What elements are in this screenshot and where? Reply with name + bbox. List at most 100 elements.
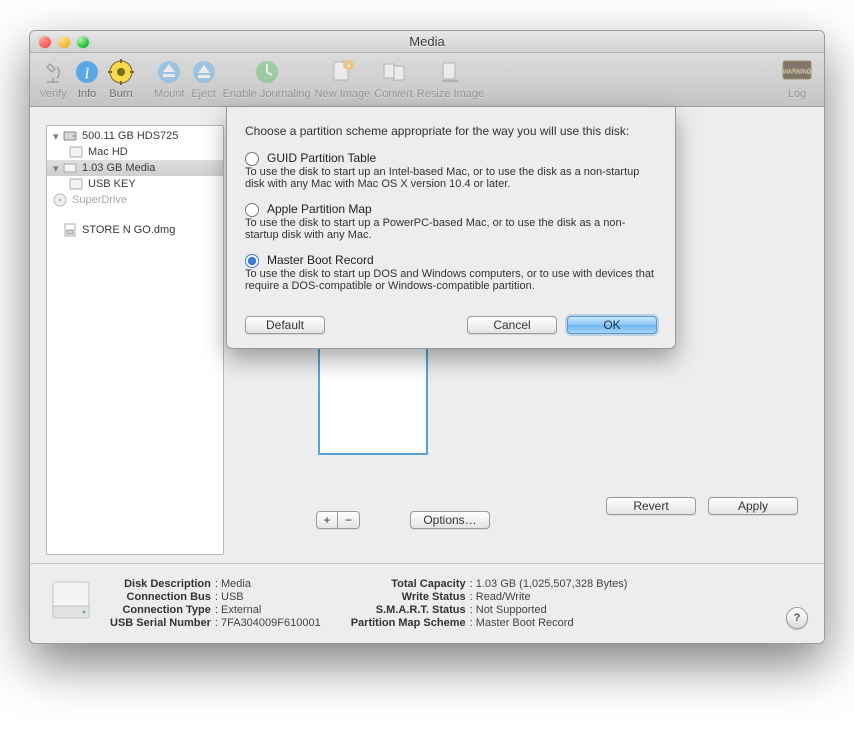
info-key: Disk Description <box>110 578 211 590</box>
add-partition-button[interactable]: + <box>316 511 338 529</box>
info-key: Connection Type <box>110 604 211 616</box>
titlebar: Media <box>30 31 824 53</box>
info-value: USB <box>221 591 244 603</box>
toolbar-label: Verify <box>39 88 67 100</box>
sidebar-item-label: STORE N GO.dmg <box>82 224 175 236</box>
volume-icon <box>69 145 83 159</box>
apply-button[interactable]: Apply <box>708 497 798 515</box>
disk-info-footer: Disk Description: Media Connection Bus: … <box>30 563 824 643</box>
cancel-button[interactable]: Cancel <box>467 316 557 334</box>
volume-icon <box>69 177 83 191</box>
disclosure-triangle-icon[interactable]: ▾ <box>53 130 58 143</box>
sidebar-item-dmg[interactable]: ▾ STORE N GO.dmg <box>47 222 223 238</box>
burn-icon <box>106 57 136 87</box>
hdd-icon <box>63 161 77 175</box>
svg-text:WARNING: WARNING <box>783 69 812 75</box>
option-description: To use the disk to start up a PowerPC-ba… <box>245 217 657 241</box>
sidebar-item-internal-disk[interactable]: ▾ 500.11 GB HDS725 <box>47 128 223 144</box>
sidebar-item-label: 1.03 GB Media <box>82 162 155 174</box>
info-value: Read/Write <box>476 591 531 603</box>
info-value: 7FA304009F610001 <box>221 617 321 629</box>
log-icon: WARNING <box>782 57 812 87</box>
toolbar-burn[interactable]: Burn <box>106 57 136 100</box>
info-value: External <box>221 604 261 616</box>
toolbar-enable-journaling[interactable]: Enable Journaling <box>223 57 311 100</box>
toolbar-label: Eject <box>191 88 215 100</box>
optical-icon <box>53 193 67 207</box>
toolbar-verify[interactable]: Verify <box>38 57 68 100</box>
partition-scheme-sheet: Choose a partition scheme appropriate fo… <box>226 107 676 349</box>
new-image-icon: + <box>327 57 357 87</box>
info-key: Partition Map Scheme <box>351 617 466 629</box>
sidebar-item-label: SuperDrive <box>72 194 127 206</box>
options-button[interactable]: Options… <box>410 511 490 529</box>
mount-icon <box>154 57 184 87</box>
sidebar-item-volume[interactable]: USB KEY <box>47 176 223 192</box>
info-key: Write Status <box>351 591 466 603</box>
radio-apm[interactable] <box>245 203 259 217</box>
microscope-icon <box>38 57 68 87</box>
info-value: Master Boot Record <box>476 617 574 629</box>
info-icon: i <box>72 57 102 87</box>
help-button[interactable]: ? <box>786 607 808 629</box>
sidebar-item-label: USB KEY <box>88 178 136 190</box>
toolbar-info[interactable]: i Info <box>72 57 102 100</box>
sidebar-item-volume[interactable]: Mac HD <box>47 144 223 160</box>
toolbar-eject[interactable]: Eject <box>189 57 219 100</box>
sidebar-item-label: 500.11 GB HDS725 <box>82 130 178 142</box>
radio-guid[interactable] <box>245 152 259 166</box>
resize-icon <box>435 57 465 87</box>
radio-label[interactable]: Master Boot Record <box>267 253 374 267</box>
toolbar-convert[interactable]: Convert <box>374 57 413 100</box>
toolbar-label: Convert <box>374 88 413 100</box>
convert-icon <box>379 57 409 87</box>
info-key: USB Serial Number <box>110 617 211 629</box>
hdd-icon <box>63 129 77 143</box>
radio-mbr[interactable] <box>245 254 259 268</box>
revert-button[interactable]: Revert <box>606 497 696 515</box>
svg-text:+: + <box>347 61 352 70</box>
toolbar-label: Enable Journaling <box>223 88 311 100</box>
info-key: S.M.A.R.T. Status <box>351 604 466 616</box>
disk-icon <box>46 576 96 626</box>
sidebar-item-optical[interactable]: SuperDrive <box>47 192 223 208</box>
toolbar: Verify i Info Burn Mount Eject <box>30 53 824 107</box>
option-description: To use the disk to start up DOS and Wind… <box>245 268 657 292</box>
toolbar-label: Info <box>78 88 96 100</box>
toolbar-new-image[interactable]: + New Image <box>315 57 371 100</box>
toolbar-mount[interactable]: Mount <box>154 57 185 100</box>
toolbar-label: Burn <box>109 88 132 100</box>
toolbar-log[interactable]: WARNING Log <box>782 57 812 100</box>
sidebar-item-media-disk[interactable]: ▾ 1.03 GB Media <box>47 160 223 176</box>
remove-partition-button[interactable]: − <box>338 511 360 529</box>
info-value: Not Supported <box>476 604 547 616</box>
toolbar-label: Log <box>788 88 806 100</box>
partition-add-remove-stepper: + − <box>316 511 360 529</box>
radio-label[interactable]: Apple Partition Map <box>267 202 372 216</box>
close-button[interactable] <box>39 36 51 48</box>
disclosure-triangle-icon[interactable]: ▾ <box>53 162 58 175</box>
info-key: Total Capacity <box>351 578 466 590</box>
dmg-icon <box>63 223 77 237</box>
eject-icon <box>189 57 219 87</box>
journal-icon <box>252 57 282 87</box>
toolbar-label: Resize Image <box>417 88 484 100</box>
ok-button[interactable]: OK <box>567 316 657 334</box>
toolbar-label: New Image <box>315 88 371 100</box>
info-key: Connection Bus <box>110 591 211 603</box>
info-value: Media <box>221 578 251 590</box>
default-button[interactable]: Default <box>245 316 325 334</box>
disk-utility-window: Media Verify i Info Burn Mount <box>29 30 825 644</box>
disk-info-right: Total Capacity: 1.03 GB (1,025,507,328 B… <box>351 578 628 629</box>
toolbar-resize-image[interactable]: Resize Image <box>417 57 484 100</box>
svg-text:i: i <box>85 65 89 82</box>
toolbar-label: Mount <box>154 88 185 100</box>
zoom-button[interactable] <box>77 36 89 48</box>
radio-label[interactable]: GUID Partition Table <box>267 151 376 165</box>
sheet-prompt: Choose a partition scheme appropriate fo… <box>245 123 657 139</box>
info-value: 1.03 GB (1,025,507,328 Bytes) <box>476 578 628 590</box>
minimize-button[interactable] <box>58 36 70 48</box>
window-title: Media <box>30 34 824 49</box>
disk-info-left: Disk Description: Media Connection Bus: … <box>110 578 321 629</box>
disk-sidebar[interactable]: ▾ 500.11 GB HDS725 Mac HD ▾ 1.03 GB Medi… <box>46 125 224 555</box>
